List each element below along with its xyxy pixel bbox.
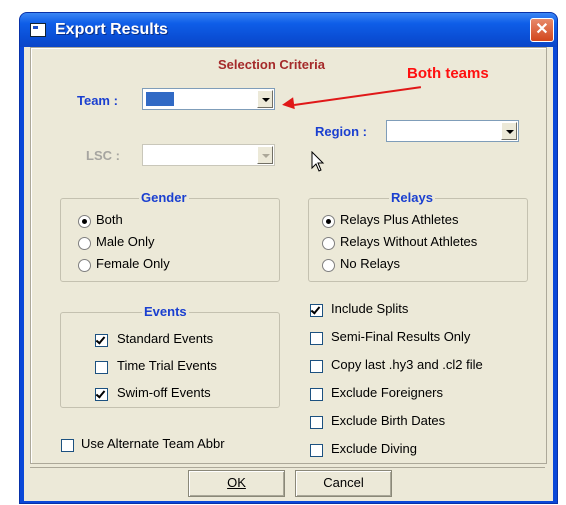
title-bar[interactable]: Export Results ✕ [20, 13, 557, 47]
gender-both-label[interactable]: Both [96, 212, 123, 227]
relays-without-athletes-radio[interactable] [322, 237, 335, 250]
cancel-button[interactable]: Cancel [295, 470, 392, 497]
exclude-diving-checkbox[interactable] [310, 444, 323, 457]
time-trial-events-checkbox[interactable] [95, 361, 108, 374]
relays-plus-athletes-radio[interactable] [322, 215, 335, 228]
gender-both-radio[interactable] [78, 215, 91, 228]
team-select[interactable] [142, 88, 275, 110]
semi-final-results-label[interactable]: Semi-Final Results Only [331, 329, 470, 344]
relays-group-title: Relays [389, 190, 435, 205]
close-button[interactable]: ✕ [530, 18, 554, 42]
include-splits-label[interactable]: Include Splits [331, 301, 408, 316]
standard-events-checkbox[interactable] [95, 334, 108, 347]
selection-criteria-heading: Selection Criteria [218, 57, 325, 72]
chevron-down-icon[interactable] [257, 146, 273, 164]
dialog-body: Selection Criteria Both teams Team : Reg… [24, 47, 553, 501]
copy-hy3-cl2-checkbox[interactable] [310, 360, 323, 373]
arrow-head-icon [281, 97, 295, 111]
annotation-both-teams: Both teams [407, 65, 489, 82]
chevron-down-icon[interactable] [501, 122, 517, 140]
gender-male-label[interactable]: Male Only [96, 234, 155, 249]
exclude-birth-dates-label[interactable]: Exclude Birth Dates [331, 413, 445, 428]
swim-off-events-checkbox[interactable] [95, 388, 108, 401]
no-relays-label[interactable]: No Relays [340, 256, 400, 271]
exclude-birth-dates-checkbox[interactable] [310, 416, 323, 429]
exclude-foreigners-checkbox[interactable] [310, 388, 323, 401]
events-group: Events Standard Events Time Trial Events… [60, 304, 280, 408]
button-bar: OK Cancel [30, 467, 545, 498]
app-icon [30, 23, 46, 37]
lsc-select[interactable] [142, 144, 275, 166]
exclude-diving-label[interactable]: Exclude Diving [331, 441, 417, 456]
exclude-foreigners-label[interactable]: Exclude Foreigners [331, 385, 443, 400]
close-icon: ✕ [535, 21, 549, 38]
relays-without-athletes-label[interactable]: Relays Without Athletes [340, 234, 477, 249]
relays-group: Relays Relays Plus Athletes Relays Witho… [308, 190, 528, 282]
copy-hy3-cl2-label[interactable]: Copy last .hy3 and .cl2 file [331, 357, 483, 372]
ok-button-label: OK [227, 475, 246, 490]
events-group-title: Events [142, 304, 189, 319]
gender-group: Gender Both Male Only Female Only [60, 190, 280, 282]
gender-female-radio[interactable] [78, 259, 91, 272]
alternate-team-abbr-label[interactable]: Use Alternate Team Abbr [81, 436, 225, 451]
alternate-team-abbr-checkbox[interactable] [61, 439, 74, 452]
relays-plus-athletes-label[interactable]: Relays Plus Athletes [340, 212, 459, 227]
no-relays-radio[interactable] [322, 259, 335, 272]
gender-male-radio[interactable] [78, 237, 91, 250]
gender-group-title: Gender [139, 190, 189, 205]
chevron-down-icon[interactable] [257, 90, 273, 108]
time-trial-events-label[interactable]: Time Trial Events [117, 358, 217, 373]
swim-off-events-label[interactable]: Swim-off Events [117, 385, 211, 400]
gender-female-label[interactable]: Female Only [96, 256, 170, 271]
region-label: Region : [315, 124, 367, 139]
lsc-label: LSC : [86, 148, 120, 163]
team-label: Team : [77, 93, 118, 108]
ok-button[interactable]: OK [188, 470, 285, 497]
region-select[interactable] [386, 120, 519, 142]
cancel-button-label: Cancel [323, 475, 364, 490]
semi-final-results-checkbox[interactable] [310, 332, 323, 345]
mouse-cursor-icon [311, 151, 325, 172]
window-title: Export Results [55, 21, 168, 38]
include-splits-checkbox[interactable] [310, 304, 323, 317]
export-results-dialog: Export Results ✕ Selection Criteria Both… [20, 13, 557, 503]
team-select-highlight [146, 92, 174, 106]
standard-events-label[interactable]: Standard Events [117, 331, 213, 346]
